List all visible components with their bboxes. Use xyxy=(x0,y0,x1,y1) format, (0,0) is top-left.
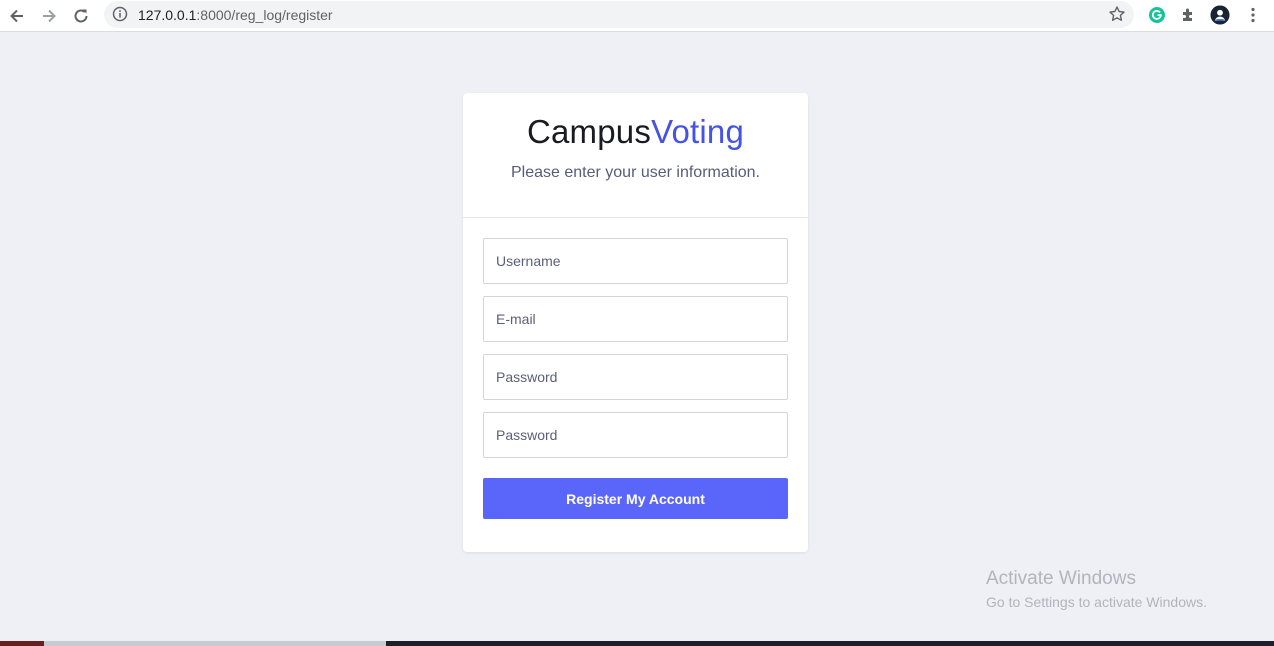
password-confirm-input[interactable] xyxy=(483,412,788,458)
taskbar-segment xyxy=(44,641,386,646)
username-input[interactable] xyxy=(483,238,788,284)
forward-arrow-icon[interactable] xyxy=(37,4,61,28)
url-text: 127.0.0.1:8000/reg_log/register xyxy=(138,7,333,23)
reload-icon[interactable] xyxy=(69,4,93,28)
windows-activation-watermark: Activate Windows Go to Settings to activ… xyxy=(986,567,1207,612)
profile-avatar-icon[interactable] xyxy=(1210,5,1230,25)
form-subtitle: Please enter your user information. xyxy=(510,164,760,181)
taskbar-edge xyxy=(0,641,1274,646)
grammarly-icon[interactable] xyxy=(1147,5,1167,25)
menu-kebab-icon[interactable] xyxy=(1243,5,1263,25)
extensions-puzzle-icon[interactable] xyxy=(1179,5,1199,25)
card-header: CampusVoting Please enter your user info… xyxy=(463,93,808,218)
back-arrow-icon[interactable] xyxy=(5,4,29,28)
register-button[interactable]: Register My Account xyxy=(483,478,788,519)
register-form: Register My Account xyxy=(463,218,808,519)
address-bar[interactable]: 127.0.0.1:8000/reg_log/register xyxy=(104,1,1134,28)
email-input[interactable] xyxy=(483,296,788,342)
brand-part2: Voting xyxy=(651,113,745,150)
brand-logo: CampusVoting xyxy=(463,93,808,151)
brand-part1: Campus xyxy=(526,113,652,150)
register-card: CampusVoting Please enter your user info… xyxy=(463,93,808,552)
password-input[interactable] xyxy=(483,354,788,400)
watermark-title: Activate Windows xyxy=(986,568,1136,589)
browser-toolbar: 127.0.0.1:8000/reg_log/register xyxy=(0,0,1274,32)
star-icon[interactable] xyxy=(1108,5,1126,23)
taskbar-segment xyxy=(0,641,44,646)
watermark-subtitle: Go to Settings to activate Windows. xyxy=(986,594,1207,610)
info-icon[interactable] xyxy=(112,6,128,22)
